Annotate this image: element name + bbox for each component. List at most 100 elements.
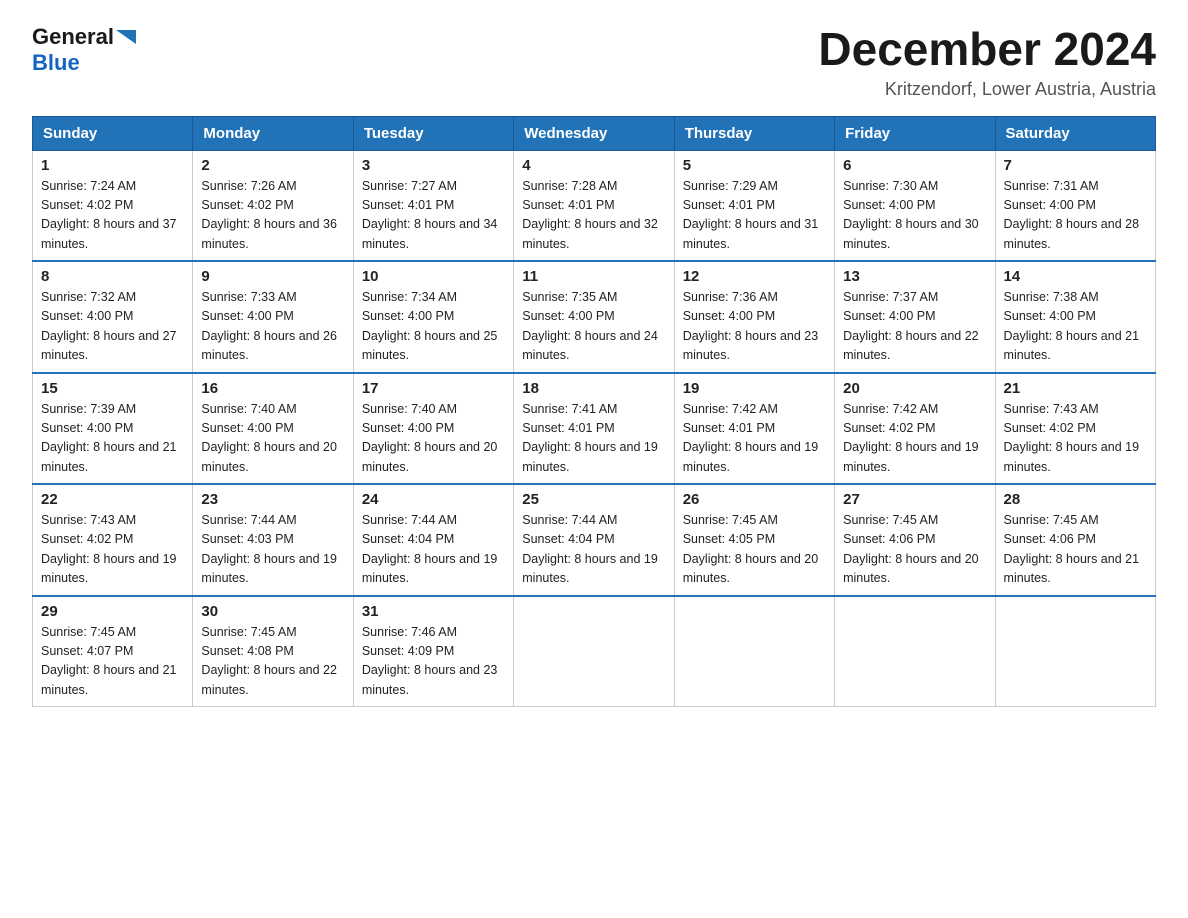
calendar-cell: 13 Sunrise: 7:37 AMSunset: 4:00 PMDaylig…	[835, 261, 995, 373]
day-info: Sunrise: 7:36 AMSunset: 4:00 PMDaylight:…	[683, 288, 826, 366]
page-header: General Blue December 2024 Kritzendorf, …	[32, 24, 1156, 100]
day-number: 23	[201, 491, 344, 508]
calendar-cell: 15 Sunrise: 7:39 AMSunset: 4:00 PMDaylig…	[33, 373, 193, 485]
day-number: 18	[522, 380, 665, 397]
day-info: Sunrise: 7:40 AMSunset: 4:00 PMDaylight:…	[362, 400, 505, 478]
day-info: Sunrise: 7:32 AMSunset: 4:00 PMDaylight:…	[41, 288, 184, 366]
day-number: 4	[522, 157, 665, 174]
calendar-cell: 14 Sunrise: 7:38 AMSunset: 4:00 PMDaylig…	[995, 261, 1155, 373]
col-header-thursday: Thursday	[674, 116, 834, 150]
calendar-cell: 7 Sunrise: 7:31 AMSunset: 4:00 PMDayligh…	[995, 150, 1155, 261]
day-number: 10	[362, 268, 505, 285]
day-info: Sunrise: 7:39 AMSunset: 4:00 PMDaylight:…	[41, 400, 184, 478]
day-info: Sunrise: 7:45 AMSunset: 4:06 PMDaylight:…	[1004, 511, 1147, 589]
calendar-cell: 28 Sunrise: 7:45 AMSunset: 4:06 PMDaylig…	[995, 484, 1155, 596]
calendar-cell: 22 Sunrise: 7:43 AMSunset: 4:02 PMDaylig…	[33, 484, 193, 596]
week-row-4: 22 Sunrise: 7:43 AMSunset: 4:02 PMDaylig…	[33, 484, 1156, 596]
calendar-cell: 4 Sunrise: 7:28 AMSunset: 4:01 PMDayligh…	[514, 150, 674, 261]
day-number: 15	[41, 380, 184, 397]
day-info: Sunrise: 7:42 AMSunset: 4:02 PMDaylight:…	[843, 400, 986, 478]
calendar-cell: 18 Sunrise: 7:41 AMSunset: 4:01 PMDaylig…	[514, 373, 674, 485]
day-number: 13	[843, 268, 986, 285]
calendar-cell: 23 Sunrise: 7:44 AMSunset: 4:03 PMDaylig…	[193, 484, 353, 596]
calendar-cell	[514, 596, 674, 707]
header-row: SundayMondayTuesdayWednesdayThursdayFrid…	[33, 116, 1156, 150]
calendar-cell: 2 Sunrise: 7:26 AMSunset: 4:02 PMDayligh…	[193, 150, 353, 261]
day-number: 21	[1004, 380, 1147, 397]
day-number: 16	[201, 380, 344, 397]
day-number: 3	[362, 157, 505, 174]
calendar-cell	[674, 596, 834, 707]
calendar-cell: 17 Sunrise: 7:40 AMSunset: 4:00 PMDaylig…	[353, 373, 513, 485]
day-info: Sunrise: 7:37 AMSunset: 4:00 PMDaylight:…	[843, 288, 986, 366]
logo: General Blue	[32, 24, 136, 76]
week-row-3: 15 Sunrise: 7:39 AMSunset: 4:00 PMDaylig…	[33, 373, 1156, 485]
day-info: Sunrise: 7:43 AMSunset: 4:02 PMDaylight:…	[41, 511, 184, 589]
month-title: December 2024	[818, 24, 1156, 75]
calendar-cell: 10 Sunrise: 7:34 AMSunset: 4:00 PMDaylig…	[353, 261, 513, 373]
col-header-saturday: Saturday	[995, 116, 1155, 150]
day-info: Sunrise: 7:45 AMSunset: 4:08 PMDaylight:…	[201, 623, 344, 701]
calendar-cell: 30 Sunrise: 7:45 AMSunset: 4:08 PMDaylig…	[193, 596, 353, 707]
day-info: Sunrise: 7:34 AMSunset: 4:00 PMDaylight:…	[362, 288, 505, 366]
day-number: 9	[201, 268, 344, 285]
day-number: 25	[522, 491, 665, 508]
calendar-cell: 26 Sunrise: 7:45 AMSunset: 4:05 PMDaylig…	[674, 484, 834, 596]
calendar-cell: 31 Sunrise: 7:46 AMSunset: 4:09 PMDaylig…	[353, 596, 513, 707]
day-number: 11	[522, 268, 665, 285]
day-number: 17	[362, 380, 505, 397]
calendar-cell: 27 Sunrise: 7:45 AMSunset: 4:06 PMDaylig…	[835, 484, 995, 596]
calendar-cell: 21 Sunrise: 7:43 AMSunset: 4:02 PMDaylig…	[995, 373, 1155, 485]
day-info: Sunrise: 7:46 AMSunset: 4:09 PMDaylight:…	[362, 623, 505, 701]
day-number: 24	[362, 491, 505, 508]
day-number: 29	[41, 603, 184, 620]
week-row-1: 1 Sunrise: 7:24 AMSunset: 4:02 PMDayligh…	[33, 150, 1156, 261]
day-number: 30	[201, 603, 344, 620]
day-number: 22	[41, 491, 184, 508]
day-info: Sunrise: 7:31 AMSunset: 4:00 PMDaylight:…	[1004, 177, 1147, 255]
day-info: Sunrise: 7:44 AMSunset: 4:04 PMDaylight:…	[362, 511, 505, 589]
day-number: 19	[683, 380, 826, 397]
day-info: Sunrise: 7:35 AMSunset: 4:00 PMDaylight:…	[522, 288, 665, 366]
day-number: 7	[1004, 157, 1147, 174]
calendar-cell	[835, 596, 995, 707]
calendar-cell: 8 Sunrise: 7:32 AMSunset: 4:00 PMDayligh…	[33, 261, 193, 373]
day-info: Sunrise: 7:27 AMSunset: 4:01 PMDaylight:…	[362, 177, 505, 255]
col-header-tuesday: Tuesday	[353, 116, 513, 150]
calendar-cell: 3 Sunrise: 7:27 AMSunset: 4:01 PMDayligh…	[353, 150, 513, 261]
day-number: 5	[683, 157, 826, 174]
week-row-2: 8 Sunrise: 7:32 AMSunset: 4:00 PMDayligh…	[33, 261, 1156, 373]
calendar-table: SundayMondayTuesdayWednesdayThursdayFrid…	[32, 116, 1156, 708]
day-info: Sunrise: 7:24 AMSunset: 4:02 PMDaylight:…	[41, 177, 184, 255]
calendar-cell: 1 Sunrise: 7:24 AMSunset: 4:02 PMDayligh…	[33, 150, 193, 261]
title-area: December 2024 Kritzendorf, Lower Austria…	[818, 24, 1156, 100]
calendar-cell: 16 Sunrise: 7:40 AMSunset: 4:00 PMDaylig…	[193, 373, 353, 485]
calendar-cell: 25 Sunrise: 7:44 AMSunset: 4:04 PMDaylig…	[514, 484, 674, 596]
day-info: Sunrise: 7:45 AMSunset: 4:05 PMDaylight:…	[683, 511, 826, 589]
day-info: Sunrise: 7:45 AMSunset: 4:07 PMDaylight:…	[41, 623, 184, 701]
day-info: Sunrise: 7:43 AMSunset: 4:02 PMDaylight:…	[1004, 400, 1147, 478]
col-header-monday: Monday	[193, 116, 353, 150]
day-number: 2	[201, 157, 344, 174]
day-number: 31	[362, 603, 505, 620]
day-number: 12	[683, 268, 826, 285]
day-number: 26	[683, 491, 826, 508]
day-info: Sunrise: 7:44 AMSunset: 4:03 PMDaylight:…	[201, 511, 344, 589]
day-info: Sunrise: 7:33 AMSunset: 4:00 PMDaylight:…	[201, 288, 344, 366]
day-number: 28	[1004, 491, 1147, 508]
logo-blue-text: Blue	[32, 50, 80, 75]
day-info: Sunrise: 7:26 AMSunset: 4:02 PMDaylight:…	[201, 177, 344, 255]
col-header-friday: Friday	[835, 116, 995, 150]
day-info: Sunrise: 7:28 AMSunset: 4:01 PMDaylight:…	[522, 177, 665, 255]
calendar-cell: 11 Sunrise: 7:35 AMSunset: 4:00 PMDaylig…	[514, 261, 674, 373]
day-number: 8	[41, 268, 184, 285]
day-info: Sunrise: 7:30 AMSunset: 4:00 PMDaylight:…	[843, 177, 986, 255]
day-info: Sunrise: 7:42 AMSunset: 4:01 PMDaylight:…	[683, 400, 826, 478]
calendar-cell: 19 Sunrise: 7:42 AMSunset: 4:01 PMDaylig…	[674, 373, 834, 485]
calendar-cell	[995, 596, 1155, 707]
calendar-cell: 9 Sunrise: 7:33 AMSunset: 4:00 PMDayligh…	[193, 261, 353, 373]
day-number: 14	[1004, 268, 1147, 285]
day-info: Sunrise: 7:41 AMSunset: 4:01 PMDaylight:…	[522, 400, 665, 478]
day-info: Sunrise: 7:29 AMSunset: 4:01 PMDaylight:…	[683, 177, 826, 255]
day-info: Sunrise: 7:38 AMSunset: 4:00 PMDaylight:…	[1004, 288, 1147, 366]
